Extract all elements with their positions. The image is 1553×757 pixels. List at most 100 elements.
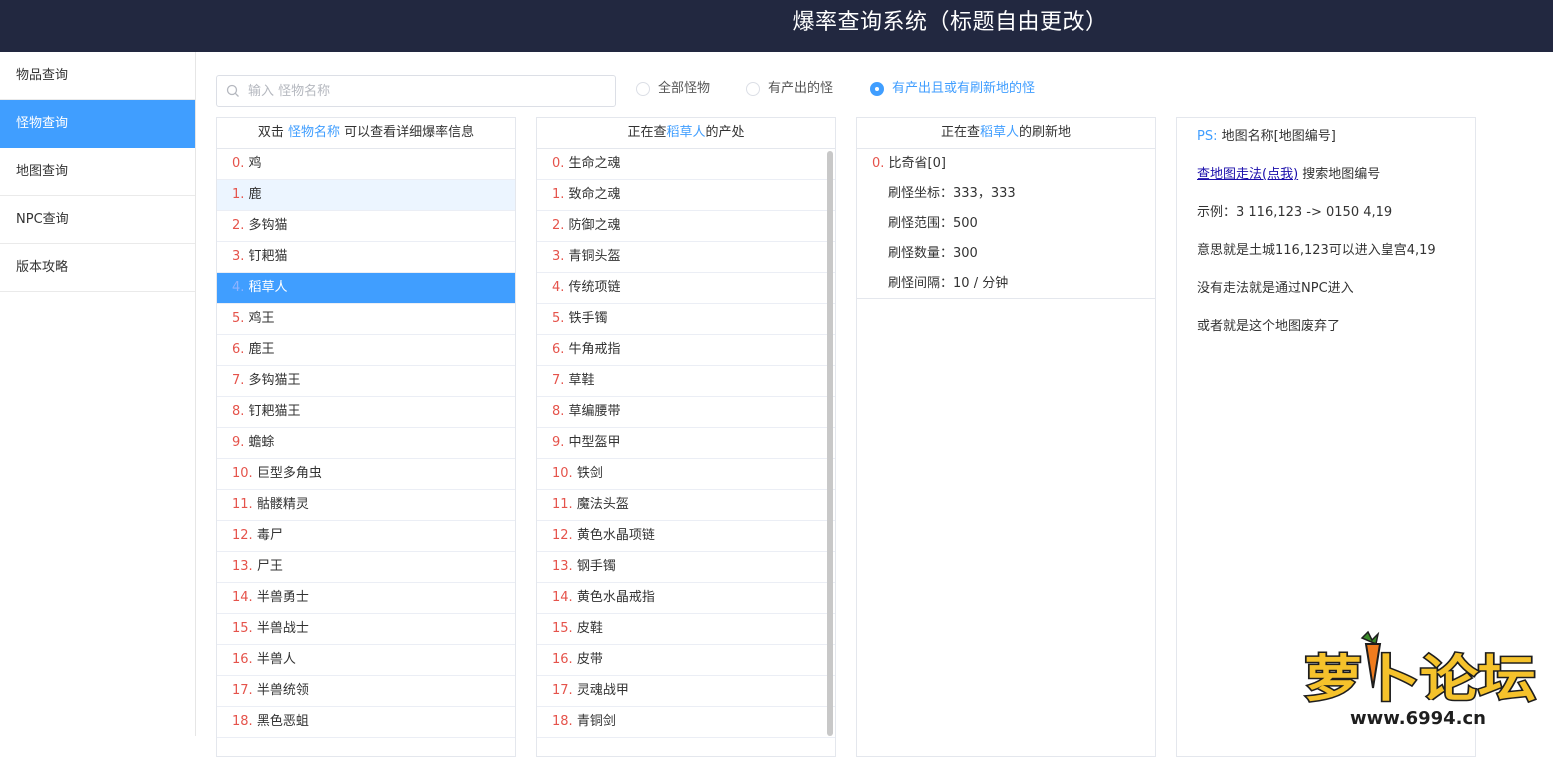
sidebar-item-npc-query[interactable]: NPC查询 bbox=[0, 196, 195, 244]
row-name: 灵魂战甲 bbox=[576, 683, 629, 698]
radio-circle-checked[interactable] bbox=[870, 82, 884, 96]
drop-row[interactable]: 18. 青铜剑 bbox=[537, 707, 835, 738]
detail-value: 333，333 bbox=[953, 186, 1016, 201]
sidebar-item-monster-query[interactable]: 怪物查询 bbox=[0, 100, 195, 148]
monster-row[interactable]: 2. 多钩猫 bbox=[217, 211, 515, 242]
row-name: 毒尸 bbox=[256, 528, 283, 543]
drop-row[interactable]: 7. 草鞋 bbox=[537, 366, 835, 397]
ps-text: 地图名称[地图编号] bbox=[1217, 129, 1336, 144]
row-name: 防御之魂 bbox=[568, 218, 621, 233]
drop-row[interactable]: 13. 钢手镯 bbox=[537, 552, 835, 583]
row-index: 1. bbox=[552, 187, 565, 202]
row-name: 青铜头盔 bbox=[568, 249, 621, 264]
filter-drops-or-spawn-label: 有产出且或有刷新地的怪 bbox=[892, 81, 1036, 96]
watermark-brand-text: 萝卜论坛 bbox=[1304, 650, 1536, 708]
sidebar-item-item-query[interactable]: 物品查询 bbox=[0, 52, 195, 100]
radio-circle[interactable] bbox=[636, 82, 650, 96]
app-header: 爆率查询系统（标题自由更改） bbox=[0, 0, 1553, 52]
monster-row[interactable]: 7. 多钩猫王 bbox=[217, 366, 515, 397]
drop-row[interactable]: 3. 青铜头盔 bbox=[537, 242, 835, 273]
monster-row[interactable]: 11. 骷髅精灵 bbox=[217, 490, 515, 521]
drop-row[interactable]: 5. 铁手镯 bbox=[537, 304, 835, 335]
row-index: 4. bbox=[232, 280, 245, 295]
row-index: 5. bbox=[552, 311, 565, 326]
search-icon bbox=[226, 84, 239, 97]
row-name: 稻草人 bbox=[248, 280, 288, 295]
row-index: 15. bbox=[552, 621, 573, 636]
monster-row[interactable]: 13. 尸王 bbox=[217, 552, 515, 583]
drop-row[interactable]: 4. 传统项链 bbox=[537, 273, 835, 304]
spawn-count: 刷怪数量：300 bbox=[857, 245, 1155, 275]
drop-row[interactable]: 0. 生命之魂 bbox=[537, 149, 835, 180]
monster-row[interactable]: 17. 半兽统领 bbox=[217, 676, 515, 707]
sidebar-item-guide[interactable]: 版本攻略 bbox=[0, 244, 195, 292]
drop-row[interactable]: 16. 皮带 bbox=[537, 645, 835, 676]
spawn-range: 刷怪范围：500 bbox=[857, 215, 1155, 245]
npc-note-text: 没有走法就是通过NPC进入 bbox=[1197, 281, 1354, 296]
monster-row[interactable]: 1. 鹿 bbox=[217, 180, 515, 211]
monster-search-input[interactable] bbox=[248, 77, 608, 105]
header-highlight: 怪物名称 bbox=[287, 125, 340, 140]
row-name: 巨型多角虫 bbox=[256, 466, 322, 481]
drop-row[interactable]: 15. 皮鞋 bbox=[537, 614, 835, 645]
monster-row[interactable]: 3. 钉耙猫 bbox=[217, 242, 515, 273]
monster-row[interactable]: 10. 巨型多角虫 bbox=[217, 459, 515, 490]
header-text: 的刷新地 bbox=[1019, 125, 1072, 140]
row-index: 3. bbox=[232, 249, 245, 264]
drop-row[interactable]: 2. 防御之魂 bbox=[537, 211, 835, 242]
row-index: 16. bbox=[552, 652, 573, 667]
row-name: 中型盔甲 bbox=[568, 435, 621, 450]
spawn-panel: 正在查稻草人的刷新地 0. 比奇省[0] 刷怪坐标：333，333 刷怪范围：5… bbox=[856, 117, 1156, 757]
meaning-text: 意思就是土城116,123可以进入皇宫4,19 bbox=[1197, 243, 1436, 258]
row-index: 8. bbox=[232, 404, 245, 419]
row-index: 6. bbox=[232, 342, 245, 357]
sidebar-item-map-query[interactable]: 地图查询 bbox=[0, 148, 195, 196]
monster-row[interactable]: 0. 鸡 bbox=[217, 149, 515, 180]
monster-row[interactable]: 14. 半兽勇士 bbox=[217, 583, 515, 614]
monster-row[interactable]: 8. 钉耙猫王 bbox=[217, 397, 515, 428]
monster-row[interactable]: 4. 稻草人 bbox=[217, 273, 515, 304]
watermark-url-text: www.6994.cn bbox=[1350, 708, 1486, 729]
monster-row[interactable]: 5. 鸡王 bbox=[217, 304, 515, 335]
detail-label: 刷怪范围： bbox=[888, 216, 954, 231]
row-index: 14. bbox=[552, 590, 573, 605]
radio-circle[interactable] bbox=[746, 82, 760, 96]
spawn-map-index: 0. bbox=[872, 156, 885, 171]
row-index: 12. bbox=[232, 528, 253, 543]
monster-row[interactable]: 16. 半兽人 bbox=[217, 645, 515, 676]
drop-row[interactable]: 1. 致命之魂 bbox=[537, 180, 835, 211]
row-index: 10. bbox=[232, 466, 253, 481]
row-name: 钢手镯 bbox=[576, 559, 616, 574]
row-index: 18. bbox=[232, 714, 253, 729]
row-name: 魔法头盔 bbox=[576, 497, 629, 512]
row-index: 5. bbox=[232, 311, 245, 326]
row-name: 牛角戒指 bbox=[568, 342, 621, 357]
row-index: 12. bbox=[552, 528, 573, 543]
monster-row[interactable]: 6. 鹿王 bbox=[217, 335, 515, 366]
drop-row[interactable]: 8. 草编腰带 bbox=[537, 397, 835, 428]
monster-row[interactable]: 9. 蟾蜍 bbox=[217, 428, 515, 459]
row-name: 鸡 bbox=[248, 156, 262, 171]
spawn-map[interactable]: 0. 比奇省[0] bbox=[857, 155, 1155, 173]
drop-row[interactable]: 14. 黄色水晶戒指 bbox=[537, 583, 835, 614]
header-highlight: 稻草人 bbox=[979, 125, 1019, 140]
monster-row[interactable]: 12. 毒尸 bbox=[217, 521, 515, 552]
drop-row[interactable]: 6. 牛角戒指 bbox=[537, 335, 835, 366]
map-route-link[interactable]: 查地图走法(点我) bbox=[1197, 167, 1298, 182]
monster-row[interactable]: 15. 半兽战士 bbox=[217, 614, 515, 645]
drop-row[interactable]: 10. 铁剑 bbox=[537, 459, 835, 490]
monster-row[interactable]: 18. 黑色恶蛆 bbox=[217, 707, 515, 738]
drop-row[interactable]: 12. 黄色水晶项链 bbox=[537, 521, 835, 552]
row-name: 传统项链 bbox=[568, 280, 621, 295]
forum-watermark-logo: 萝卜论坛 www.6994.cn bbox=[1303, 630, 1538, 729]
row-index: 8. bbox=[552, 404, 565, 419]
row-index: 7. bbox=[552, 373, 565, 388]
drop-row[interactable]: 17. 灵魂战甲 bbox=[537, 676, 835, 707]
drop-list-scrollbar[interactable] bbox=[827, 151, 833, 736]
drop-row[interactable]: 11. 魔法头盔 bbox=[537, 490, 835, 521]
row-name: 半兽勇士 bbox=[256, 590, 309, 605]
row-name: 半兽人 bbox=[256, 652, 296, 667]
drop-row[interactable]: 9. 中型盔甲 bbox=[537, 428, 835, 459]
row-index: 2. bbox=[232, 218, 245, 233]
spawn-header: 正在查稻草人的刷新地 bbox=[857, 118, 1155, 149]
